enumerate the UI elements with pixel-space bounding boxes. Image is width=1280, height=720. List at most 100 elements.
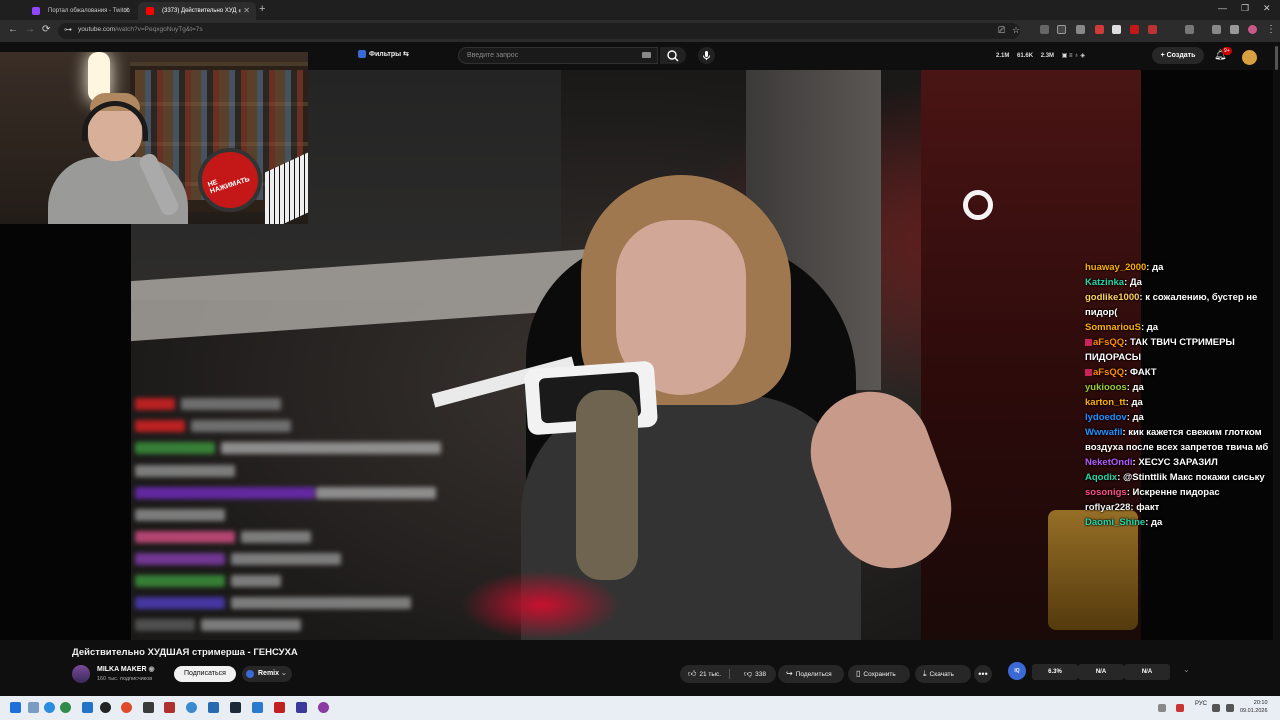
chrome-icon[interactable]	[121, 702, 132, 713]
download-icon: ⤓	[923, 669, 927, 678]
system-clock[interactable]: 20:10 09.01.2026	[1240, 699, 1268, 715]
chat-text: Искренне пидорас	[1132, 487, 1220, 498]
minimize-button[interactable]: —	[1218, 3, 1227, 13]
share-button[interactable]: ↪ Поделиться	[778, 665, 844, 683]
cast-icon[interactable]: ⎚	[998, 25, 1005, 36]
tray-chevron-icon[interactable]	[1158, 704, 1166, 712]
voice-search-button[interactable]	[698, 47, 715, 64]
bookmark-icon: ▯	[856, 669, 861, 678]
blurred-line	[135, 487, 315, 499]
more-actions-button[interactable]: •••	[974, 665, 992, 683]
app-icon[interactable]	[143, 702, 154, 713]
blurred-line	[135, 398, 175, 410]
like-dislike-group: 👍︎ 21 тыс. 👎︎ 338	[680, 665, 776, 683]
chat-username: Daomi_Shine	[1085, 517, 1146, 528]
download-label: Скачать	[929, 671, 954, 678]
extension-icon[interactable]	[1095, 25, 1104, 34]
iq-extension-icon[interactable]: IQ	[1008, 662, 1026, 680]
extension-icon[interactable]	[1076, 25, 1085, 34]
app-icon[interactable]	[208, 702, 219, 713]
like-button[interactable]: 👍︎ 21 тыс.	[680, 669, 721, 678]
remix-button[interactable]: Remix ⌄	[242, 666, 292, 682]
chevron-down-icon[interactable]: ⌄	[1183, 665, 1190, 674]
divider	[729, 669, 730, 679]
chat-username: huaway_2000	[1085, 262, 1147, 273]
blurred-line	[201, 619, 301, 631]
keyboard-icon[interactable]	[642, 52, 651, 58]
blurred-line	[135, 619, 195, 631]
avatar-icon[interactable]	[1248, 25, 1257, 34]
steam-icon[interactable]	[230, 702, 241, 713]
download-button[interactable]: ⤓ Скачать	[915, 665, 971, 683]
app-icon[interactable]	[164, 702, 175, 713]
blurred-line	[135, 442, 215, 454]
app-icon[interactable]	[60, 702, 71, 713]
chat-text: ФАКТ	[1129, 367, 1157, 378]
back-button[interactable]: ←	[8, 24, 18, 35]
reload-button[interactable]: ⟳	[42, 24, 50, 35]
scrollbar-thumb[interactable]	[1275, 46, 1278, 70]
filters-button[interactable]: Фильтры ⇆	[358, 50, 409, 59]
app-icon[interactable]	[252, 702, 263, 713]
blurred-line	[135, 597, 225, 609]
chat-message: roflyar228: факт	[1085, 500, 1280, 515]
blurred-line	[241, 531, 311, 543]
extensions-puzzle-icon[interactable]	[1185, 25, 1194, 34]
channel-avatar[interactable]	[72, 665, 90, 683]
remix-label: Remix	[258, 670, 280, 677]
app-icon[interactable]	[296, 702, 307, 713]
chat-text: да	[1131, 397, 1143, 408]
extension-icon[interactable]	[1148, 25, 1157, 34]
page-scrollbar[interactable]	[1273, 42, 1280, 640]
task-view-icon[interactable]	[28, 702, 39, 713]
search-button[interactable]	[660, 47, 686, 64]
app-icon[interactable]	[274, 702, 285, 713]
downloads-icon[interactable]	[1212, 25, 1221, 34]
extension-icon[interactable]	[1040, 25, 1049, 34]
app-icon[interactable]	[100, 702, 111, 713]
new-tab-button[interactable]: +	[259, 3, 265, 15]
chat-message: aFsQQ: ТАК ТВИЧ СТРИМЕРЫ ПИДОРАСЫ	[1085, 335, 1280, 365]
bookmark-star-icon[interactable]: ☆	[1012, 25, 1020, 36]
speaker-icon[interactable]: ◖	[237, 2, 242, 20]
edge-icon[interactable]	[44, 702, 55, 713]
volume-icon[interactable]	[1226, 704, 1234, 712]
stat-views: 2.1M	[996, 53, 1010, 59]
address-bar[interactable]: ⊶ youtube.com/watch?v=PeqxgoNuyTg&t=7s ⎚…	[58, 23, 1020, 39]
app-icon[interactable]	[318, 702, 329, 713]
forward-button[interactable]: →	[25, 24, 35, 35]
extension-icon[interactable]	[1057, 25, 1066, 34]
chat-message: Katzinka: Да	[1085, 275, 1280, 290]
extension-icon[interactable]	[1130, 25, 1139, 34]
chat-text: да	[1152, 262, 1164, 273]
search-input[interactable]: Введите запрос	[458, 47, 658, 64]
app-icon[interactable]	[82, 702, 93, 713]
channel-name[interactable]: MILKA MAKER ◉	[97, 665, 155, 673]
network-icon[interactable]	[1212, 704, 1220, 712]
stat-likes: 61.6K	[1017, 53, 1034, 59]
dislike-button[interactable]: 👎︎ 338	[736, 665, 766, 684]
chat-badge-icon	[1085, 368, 1092, 376]
language-indicator[interactable]: РУС	[1195, 701, 1207, 707]
windows-taskbar: РУС 20:10 09.01.2026	[0, 696, 1280, 720]
subscribe-button[interactable]: Подписаться	[174, 666, 236, 682]
account-avatar[interactable]	[1242, 50, 1257, 65]
tab-twitch-appeals[interactable]: Портал обжалования - Twitch ✕	[24, 2, 136, 20]
restore-button[interactable]: ❐	[1241, 3, 1249, 14]
create-button[interactable]: + Создать	[1152, 47, 1204, 64]
chat-text: факт	[1136, 502, 1160, 513]
extension-metric: 6.3%	[1032, 664, 1078, 680]
profile-icon[interactable]	[1230, 25, 1239, 34]
close-tab-icon[interactable]: ✕	[243, 2, 250, 20]
extension-icon[interactable]	[1112, 25, 1121, 34]
close-tab-icon[interactable]: ✕	[123, 2, 130, 20]
blurred-line	[231, 553, 341, 565]
start-menu-icon[interactable]	[10, 702, 21, 713]
save-button[interactable]: ▯ Сохранить	[848, 665, 910, 683]
tab-youtube-video[interactable]: (3373) Действительно ХУД ◖ ✕	[138, 2, 256, 20]
close-window-button[interactable]: ✕	[1263, 3, 1271, 14]
site-info-icon[interactable]: ⊶	[64, 25, 72, 34]
app-icon[interactable]	[186, 702, 197, 713]
browser-menu-icon[interactable]: ⋮	[1266, 24, 1276, 35]
tray-app-icon[interactable]	[1176, 704, 1184, 712]
